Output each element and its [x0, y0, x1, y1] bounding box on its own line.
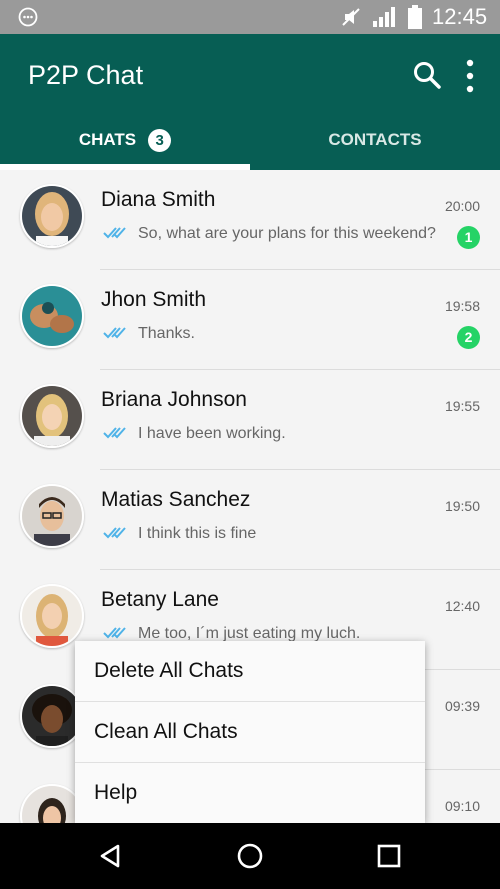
chat-message: Thanks.: [138, 325, 195, 342]
chat-time: 09:10: [444, 798, 480, 814]
chat-time: 19:50: [444, 498, 480, 514]
app-bar: P2P Chat CHATS 3 CONTACTS: [0, 34, 500, 170]
chat-time: 12:40: [444, 598, 480, 614]
chat-name: Betany Lane: [101, 588, 219, 611]
avatar: [20, 184, 84, 248]
unread-badge: 2: [457, 326, 480, 349]
tab-chats[interactable]: CHATS 3: [0, 120, 250, 160]
tab-contacts-label: CONTACTS: [328, 130, 422, 149]
battery-icon: [408, 5, 422, 29]
avatar: [20, 284, 84, 348]
chat-message: I think this is fine: [138, 525, 257, 542]
chat-row-briana-johnson[interactable]: Briana Johnson 19:55 I have been working…: [0, 370, 500, 470]
notification-icon: [18, 7, 38, 27]
chat-name: Diana Smith: [101, 188, 216, 211]
status-bar: 12:45: [0, 0, 500, 34]
chat-message: I have been working.: [138, 425, 286, 442]
home-icon[interactable]: [235, 841, 265, 871]
chat-row-matias-sanchez[interactable]: Matias Sanchez 19:50 I think this is fin…: [0, 470, 500, 570]
double-check-icon: [103, 227, 126, 239]
chat-time: 19:58: [444, 298, 480, 314]
recents-icon[interactable]: [374, 841, 404, 871]
mute-icon: [342, 8, 360, 26]
tab-contacts[interactable]: CONTACTS: [250, 120, 500, 160]
avatar: [20, 584, 84, 648]
chat-time: 20:00: [444, 198, 480, 214]
menu-item-delete-all-chats[interactable]: Delete All Chats: [75, 641, 425, 701]
avatar: [20, 384, 84, 448]
chat-name: Matias Sanchez: [101, 488, 251, 511]
back-icon[interactable]: [96, 841, 126, 871]
unread-badge: 1: [457, 226, 480, 249]
search-icon[interactable]: [412, 60, 442, 90]
menu-item-help[interactable]: Help: [75, 763, 425, 823]
more-vert-icon[interactable]: [462, 58, 478, 94]
navigation-bar: [0, 823, 500, 889]
chat-name: Briana Johnson: [101, 388, 247, 411]
double-check-icon: [103, 627, 126, 639]
chat-message: So, what are your plans for this weekend…: [138, 225, 436, 242]
status-time: 12:45: [432, 4, 488, 29]
chat-row-diana-smith[interactable]: Diana Smith 20:00 So, what are your plan…: [0, 170, 500, 270]
avatar: [20, 484, 84, 548]
tab-chats-label: CHATS: [78, 130, 137, 149]
app-title: P2P Chat: [28, 60, 144, 90]
signal-icon: [373, 7, 395, 27]
chat-row-jhon-smith[interactable]: Jhon Smith 19:58 Thanks. 2: [0, 270, 500, 370]
menu-item-clean-all-chats[interactable]: Clean All Chats: [75, 702, 425, 762]
chat-time: 19:55: [444, 398, 480, 414]
chat-name: Jhon Smith: [101, 288, 207, 311]
tab-chats-badge: 3: [148, 128, 172, 152]
overflow-menu: Delete All Chats Clean All Chats Help: [75, 641, 425, 823]
chat-time: 09:39: [444, 698, 480, 714]
double-check-icon: [103, 427, 126, 439]
double-check-icon: [103, 327, 126, 339]
double-check-icon: [103, 527, 126, 539]
